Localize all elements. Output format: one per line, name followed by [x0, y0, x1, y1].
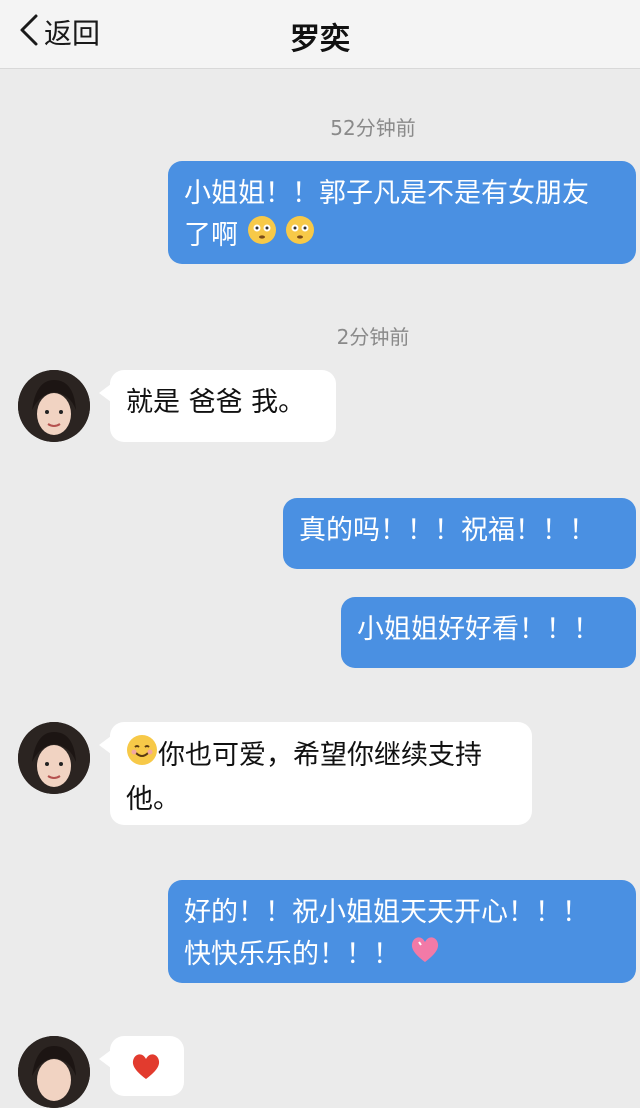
flushed-face-icon: [247, 215, 277, 258]
message-text: 你也可爱，希望你继续支持: [158, 740, 482, 771]
message-text: 快快乐乐的！！！: [184, 939, 400, 970]
timestamp: 2分钟前: [336, 325, 410, 349]
timestamp: 52分钟前: [330, 116, 416, 140]
message-bubble-outgoing[interactable]: 好的！！祝小姐姐天天开心！！！ 快快乐乐的！！！: [168, 880, 636, 983]
message-text: 就是 爸爸 我。: [126, 387, 306, 418]
pink-heart-icon: [409, 934, 441, 977]
chat-title: 罗奕: [290, 22, 350, 57]
message-bubble-outgoing[interactable]: 小姐姐好好看！！！: [341, 597, 636, 668]
message-text: 了啊: [184, 220, 238, 251]
avatar[interactable]: [18, 370, 90, 442]
message-bubble-incoming[interactable]: 你也可爱，希望你继续支持 他。: [99, 722, 532, 825]
message-bubble-incoming[interactable]: 就是 爸爸 我。: [99, 370, 336, 442]
red-heart-icon: [130, 1051, 162, 1093]
message-text: 他。: [126, 784, 180, 815]
message-text: 好的！！祝小姐姐天天开心！！！: [184, 897, 589, 928]
smiling-face-icon: [126, 734, 158, 779]
message-text: 小姐姐！！郭子凡是不是有女朋友: [184, 178, 589, 209]
message-bubble-incoming[interactable]: [99, 1036, 184, 1096]
message-text: 小姐姐好好看！！！: [357, 614, 600, 645]
message-bubble-outgoing[interactable]: 小姐姐！！郭子凡是不是有女朋友 了啊: [168, 161, 636, 264]
avatar[interactable]: [18, 1036, 90, 1108]
message-text: 真的吗！！！祝福！！！: [299, 515, 596, 546]
nav-bar: 返回 罗奕: [0, 0, 640, 69]
message-bubble-outgoing[interactable]: 真的吗！！！祝福！！！: [283, 498, 636, 569]
flushed-face-icon: [285, 215, 315, 258]
avatar[interactable]: [18, 722, 90, 794]
